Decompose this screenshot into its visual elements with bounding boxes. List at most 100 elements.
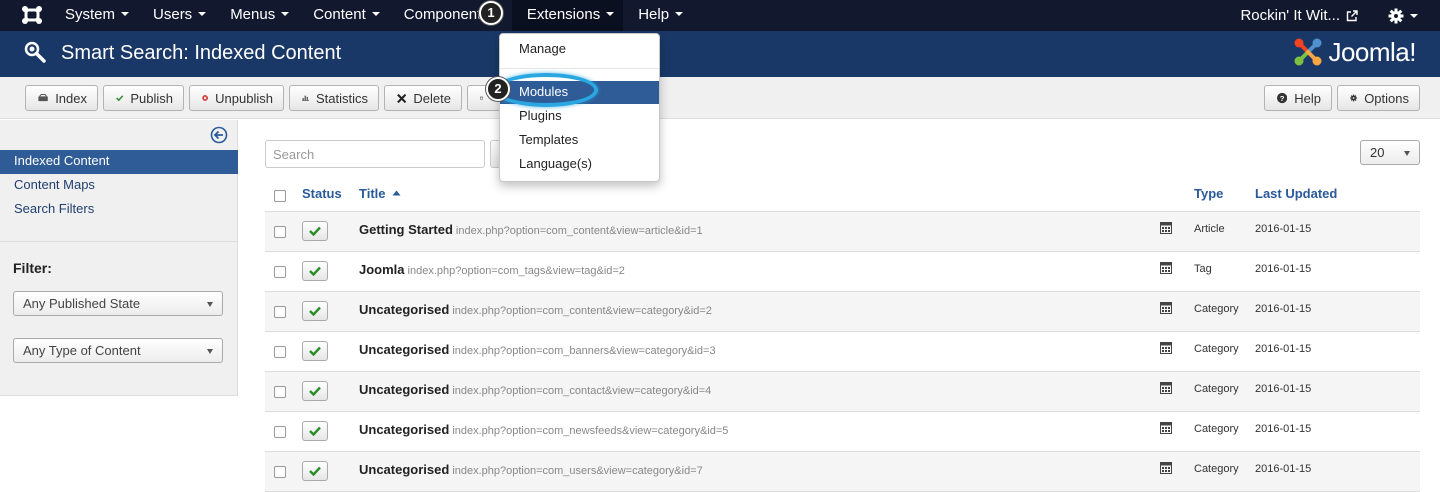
row-checkbox[interactable] bbox=[274, 306, 286, 318]
row-checkbox[interactable] bbox=[274, 346, 286, 358]
close-icon bbox=[397, 93, 407, 103]
row-url: index.php?option=com_users&view=category… bbox=[452, 465, 703, 477]
table-header: Status Title Type Last Updated bbox=[265, 180, 1420, 212]
row-type: Category bbox=[1194, 423, 1239, 435]
published-toggle[interactable] bbox=[302, 381, 328, 401]
menu-menus[interactable]: Menus bbox=[215, 0, 298, 31]
page-title: Smart Search: Indexed Content bbox=[61, 42, 342, 64]
menu-users[interactable]: Users bbox=[138, 0, 215, 31]
check-icon bbox=[309, 346, 321, 356]
help-button[interactable]: ? Help bbox=[1264, 85, 1332, 111]
calendar-icon bbox=[1160, 262, 1172, 274]
sidebar-item-content-maps[interactable]: Content Maps bbox=[0, 174, 238, 198]
select-all-checkbox[interactable] bbox=[274, 190, 286, 202]
publish-button[interactable]: Publish bbox=[103, 85, 184, 111]
row-checkbox[interactable] bbox=[274, 266, 286, 278]
divider bbox=[0, 241, 238, 242]
list-limit-select[interactable]: 20 bbox=[1360, 140, 1420, 165]
step-badge-1: 1 bbox=[479, 1, 503, 25]
row-checkbox[interactable] bbox=[274, 226, 286, 238]
published-toggle[interactable] bbox=[302, 221, 328, 241]
options-button[interactable]: Options bbox=[1337, 85, 1420, 111]
published-state-select[interactable]: Any Published State bbox=[13, 291, 223, 316]
bar-chart-icon bbox=[302, 95, 309, 101]
sidebar-item-search-filters[interactable]: Search Filters bbox=[0, 198, 238, 222]
caret-down-icon bbox=[675, 12, 684, 16]
unpublish-button[interactable]: Unpublish bbox=[189, 85, 284, 111]
published-toggle[interactable] bbox=[302, 301, 328, 321]
menu-system[interactable]: System bbox=[50, 0, 138, 31]
sort-ascending-icon bbox=[392, 190, 401, 196]
calendar-icon bbox=[1160, 222, 1172, 234]
gear-icon bbox=[1350, 94, 1357, 102]
search-input[interactable]: Search bbox=[265, 140, 485, 168]
row-url: index.php?option=com_content&view=articl… bbox=[455, 225, 703, 237]
menu-extensions[interactable]: Extensions bbox=[511, 0, 624, 31]
row-date: 2016-01-15 bbox=[1255, 463, 1312, 475]
top-navbar: System Users Menus Content Components Ex… bbox=[0, 0, 1440, 31]
row-checkbox[interactable] bbox=[274, 426, 286, 438]
row-url: index.php?option=com_newsfeeds&view=cate… bbox=[452, 425, 729, 437]
content-type-select[interactable]: Any Type of Content bbox=[13, 338, 223, 363]
joomla-logo-icon[interactable] bbox=[20, 4, 44, 26]
row-title[interactable]: Getting Started index.php?option=com_cont… bbox=[359, 222, 703, 237]
caret-down-icon bbox=[198, 12, 207, 16]
external-link-icon bbox=[1346, 9, 1358, 21]
check-icon bbox=[309, 466, 321, 476]
check-icon bbox=[309, 266, 321, 276]
sidebar-item-indexed-content[interactable]: Indexed Content bbox=[0, 150, 238, 174]
row-title[interactable]: Uncategorised index.php?option=com_newsfe… bbox=[359, 422, 728, 437]
published-toggle[interactable] bbox=[302, 341, 328, 361]
joomla-brand-icon bbox=[1294, 38, 1322, 66]
divider bbox=[500, 68, 659, 69]
row-title[interactable]: Uncategorised index.php?option=com_banner… bbox=[359, 342, 716, 357]
row-type: Category bbox=[1194, 463, 1239, 475]
row-title[interactable]: Uncategorised index.php?option=com_contac… bbox=[359, 382, 711, 397]
row-title[interactable]: Uncategorised index.php?option=com_users&… bbox=[359, 462, 703, 477]
menu-item-plugins[interactable]: Plugins bbox=[500, 105, 659, 128]
row-type: Tag bbox=[1194, 263, 1212, 275]
published-toggle[interactable] bbox=[302, 461, 328, 481]
column-type[interactable]: Type bbox=[1194, 186, 1223, 201]
row-type: Category bbox=[1194, 383, 1239, 395]
menu-help[interactable]: Help bbox=[623, 0, 692, 31]
menu-item-manage[interactable]: Manage bbox=[500, 38, 659, 61]
row-date: 2016-01-15 bbox=[1255, 343, 1312, 355]
check-icon bbox=[309, 426, 321, 436]
unpublish-icon bbox=[202, 95, 208, 101]
row-type: Category bbox=[1194, 303, 1239, 315]
menu-item-templates[interactable]: Templates bbox=[500, 129, 659, 152]
row-type: Article bbox=[1194, 223, 1225, 235]
menu-item-languages[interactable]: Language(s) bbox=[500, 153, 659, 176]
trash-icon bbox=[480, 96, 483, 100]
menu-content[interactable]: Content bbox=[298, 0, 389, 31]
collapse-sidebar-icon[interactable] bbox=[210, 126, 228, 144]
row-url: index.php?option=com_content&view=catego… bbox=[452, 305, 712, 317]
extensions-dropdown: Manage Modules Plugins Templates Languag… bbox=[499, 33, 660, 182]
gear-icon[interactable] bbox=[1388, 8, 1404, 24]
row-title[interactable]: Uncategorised index.php?option=com_conten… bbox=[359, 302, 712, 317]
statistics-button[interactable]: Statistics bbox=[289, 85, 379, 111]
calendar-icon bbox=[1160, 382, 1172, 394]
table-row: Joomla index.php?option=com_tags&view=tag… bbox=[265, 252, 1420, 292]
row-title[interactable]: Joomla index.php?option=com_tags&view=tag… bbox=[359, 262, 625, 277]
table-row: Uncategorised index.php?option=com_conten… bbox=[265, 292, 1420, 332]
column-last-updated[interactable]: Last Updated bbox=[1255, 186, 1337, 201]
delete-button[interactable]: Delete bbox=[384, 85, 462, 111]
index-button[interactable]: Index bbox=[25, 85, 98, 111]
sidebar-nav: Indexed Content Content Maps Search Filt… bbox=[0, 150, 238, 222]
search-icon bbox=[24, 41, 46, 63]
caret-down-icon bbox=[606, 12, 615, 16]
site-link[interactable]: Rockin' It Wit... bbox=[1240, 7, 1340, 24]
row-checkbox[interactable] bbox=[274, 466, 286, 478]
published-toggle[interactable] bbox=[302, 421, 328, 441]
caret-down-icon bbox=[1404, 151, 1410, 156]
table-row: Uncategorised index.php?option=com_newsfe… bbox=[265, 412, 1420, 452]
table-row: Getting Started index.php?option=com_cont… bbox=[265, 212, 1420, 252]
column-status[interactable]: Status bbox=[302, 186, 342, 201]
row-checkbox[interactable] bbox=[274, 386, 286, 398]
published-toggle[interactable] bbox=[302, 261, 328, 281]
page-header: Smart Search: Indexed Content Joomla! bbox=[0, 31, 1440, 77]
calendar-icon bbox=[1160, 462, 1172, 474]
column-title[interactable]: Title bbox=[359, 186, 401, 201]
